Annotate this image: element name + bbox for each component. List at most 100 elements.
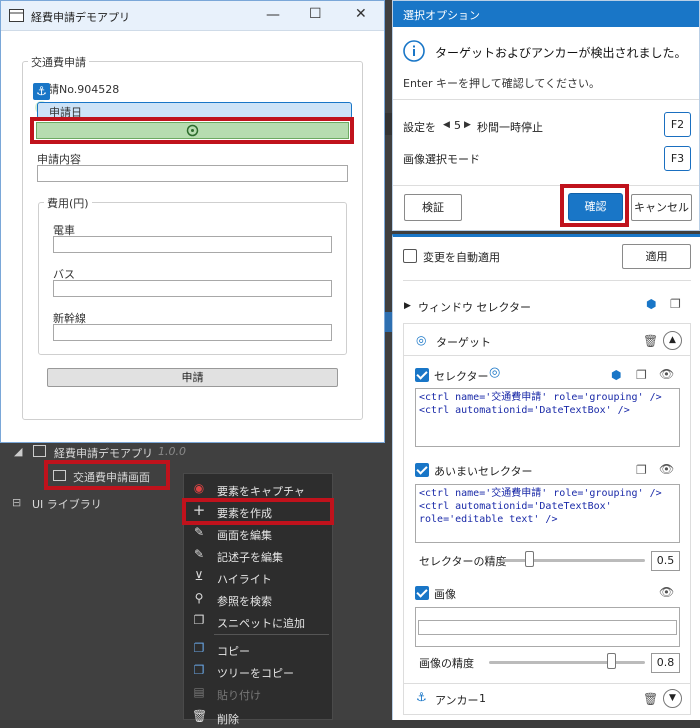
divider — [393, 99, 699, 100]
pause-shortcut-key[interactable]: F2 — [664, 112, 691, 137]
fuzzy-accuracy-label: セレクターの精度 — [419, 555, 507, 568]
auto-apply-checkbox[interactable] — [403, 249, 417, 263]
menu-highlight[interactable]: ⊻ ハイライト — [184, 566, 334, 588]
trash-icon[interactable]: 🗑 — [643, 334, 658, 348]
anchor-icon: ⚓ — [33, 83, 50, 100]
copy-tree-icon: ❐ — [193, 663, 205, 677]
eye-icon[interactable]: 👁 — [659, 462, 674, 476]
selection-options-panel: 選択オプション ターゲットおよびアンカーが検出されました。 Enter キーを押… — [392, 0, 700, 231]
selector-checkbox[interactable] — [415, 368, 429, 382]
menu-edit-screen[interactable]: ✎ 画面を編集 — [184, 522, 334, 544]
confirm-button[interactable]: 確認 — [568, 193, 623, 221]
window-selector-strict-icon[interactable]: ⬢ — [646, 297, 656, 311]
pause-suffix: 秒間一時停止 — [477, 121, 543, 134]
apply-button[interactable]: 適用 — [622, 244, 691, 269]
pause-decrease-icon[interactable]: ◀ — [443, 120, 450, 130]
options-titlebar: 選択オプション — [393, 1, 699, 27]
copy-icon[interactable]: ❐ — [636, 463, 647, 477]
selector-label: セレクター — [434, 370, 489, 383]
pencil-icon: ✎ — [193, 525, 205, 539]
image-accuracy-track[interactable] — [489, 661, 645, 664]
validate-button[interactable]: 検証 — [404, 194, 462, 221]
menu-copy-tree[interactable]: ❐ ツリーをコピー — [184, 660, 334, 682]
divider — [403, 280, 691, 281]
tree-library-node[interactable]: UI ライブラリ — [32, 496, 102, 512]
target-crosshair-icon — [186, 124, 199, 137]
fuzzy-accuracy-value[interactable]: 0.5 — [651, 551, 680, 571]
search-icon: ⚲ — [194, 591, 204, 605]
app-title: 経費申請デモアプリ — [31, 11, 130, 24]
capture-icon: ◉ — [193, 481, 205, 495]
image-accuracy-value[interactable]: 0.8 — [651, 653, 680, 673]
submit-button[interactable]: 申請 — [47, 368, 338, 387]
pause-value: 5 — [454, 119, 461, 132]
expand-anchor-icon[interactable]: ▼ — [663, 689, 682, 708]
menu-add-snippet[interactable]: ❐ スニペットに追加 — [184, 610, 334, 632]
fuzzy-selector-checkbox[interactable] — [415, 463, 429, 477]
group-transport-label: 交通費申請 — [28, 54, 89, 70]
anchor-count: 1 — [479, 692, 486, 705]
selector-properties-panel: 変更を自動適用 適用 ▶ ウィンドウ セレクター ⬢ ❐ ◎ ターゲット 🗑 ▲… — [392, 234, 700, 720]
maximize-button[interactable]: ☐ — [309, 6, 322, 22]
anchor-icon: ⚓ — [416, 690, 427, 704]
selector-editor[interactable]: <ctrl name='交通費申請' role='grouping' /> <c… — [415, 388, 680, 447]
eye-icon[interactable]: 👁 — [659, 585, 674, 599]
minimize-button[interactable]: — — [266, 7, 280, 23]
pause-prefix: 設定を — [403, 121, 436, 134]
train-field[interactable] — [53, 236, 332, 253]
fuzzy-selector-label: あいまいセレクター — [434, 465, 533, 478]
menu-edit-descriptor[interactable]: ✎ 記述子を編集 — [184, 544, 334, 566]
image-checkbox[interactable] — [415, 586, 429, 600]
cancel-button[interactable]: キャンセル — [631, 194, 692, 221]
pause-increase-icon[interactable]: ▶ — [464, 120, 471, 130]
edit-descriptor-icon: ✎ — [193, 547, 205, 561]
image-mode-shortcut-key[interactable]: F3 — [664, 146, 691, 171]
target-icon: ◎ — [416, 333, 427, 347]
tree-screen-node[interactable]: 交通費申請画面 — [73, 469, 150, 485]
close-button[interactable]: ✕ — [355, 6, 367, 22]
menu-separator — [214, 634, 329, 635]
library-icon: ⊟ — [12, 496, 22, 509]
expense-group-label: 費用(円) — [44, 195, 92, 211]
screen-node-icon — [53, 470, 66, 481]
collapse-target-icon[interactable]: ▲ — [663, 331, 682, 350]
fuzzy-accuracy-thumb[interactable] — [525, 551, 535, 567]
fuzzy-selector-editor[interactable]: <ctrl name='交通費申請' role='grouping' /> <c… — [415, 484, 680, 543]
shinkansen-field[interactable] — [53, 324, 332, 341]
copy-icon[interactable]: ❐ — [636, 368, 647, 382]
divider — [404, 355, 690, 356]
image-preview — [418, 620, 677, 635]
window-selector-label[interactable]: ウィンドウ セレクター — [418, 299, 531, 315]
app-node-icon — [33, 445, 46, 457]
tree-app-version: 1.0.0 — [158, 445, 186, 458]
content-field[interactable] — [37, 165, 348, 182]
anchor-label: アンカー — [435, 694, 479, 707]
app-titlebar: 経費申請デモアプリ — ☐ ✕ — [1, 1, 384, 31]
menu-capture-element[interactable]: ◉ 要素をキャプチャ — [184, 478, 334, 500]
eye-icon[interactable]: 👁 — [659, 367, 674, 381]
trash-icon[interactable]: 🗑 — [643, 692, 658, 706]
bg-fragment-blue — [385, 312, 392, 332]
image-accuracy-label: 画像の精度 — [419, 657, 474, 670]
menu-delete[interactable]: 🗑 削除 — [184, 706, 334, 728]
menu-copy[interactable]: ❐ コピー — [184, 638, 334, 660]
collapse-icon[interactable]: ◢ — [14, 445, 22, 458]
bus-field[interactable] — [53, 280, 332, 297]
copy-icon[interactable]: ❐ — [670, 297, 681, 311]
app-icon — [9, 9, 24, 22]
menu-find-references[interactable]: ⚲ 参照を検索 — [184, 588, 334, 610]
expense-app-window: 経費申請デモアプリ — ☐ ✕ 交通費申請 申請No.904528 ⚓ 申請日 … — [0, 0, 385, 443]
bg-fragment — [385, 113, 392, 135]
image-mode-label: 画像選択モード — [403, 153, 480, 166]
enter-hint: Enter キーを押して確認してください。 — [403, 77, 601, 90]
image-accuracy-thumb[interactable] — [606, 653, 616, 669]
strict-selector-icon[interactable]: ⬢ — [611, 368, 621, 382]
tree-app-node[interactable]: 経費申請デモアプリ — [54, 445, 153, 461]
paste-icon: ▤ — [193, 685, 205, 699]
selector-target-icon[interactable]: ◎ — [489, 365, 500, 380]
menu-create-element[interactable]: + 要素を作成 — [184, 500, 334, 522]
divider — [393, 185, 699, 186]
expand-arrow-icon[interactable]: ▶ — [404, 301, 411, 311]
fuzzy-accuracy-track[interactable] — [501, 559, 645, 562]
context-menu: ◉ 要素をキャプチャ + 要素を作成 ✎ 画面を編集 ✎ 記述子を編集 ⊻ ハイライト ⚲… — [182, 473, 334, 726]
